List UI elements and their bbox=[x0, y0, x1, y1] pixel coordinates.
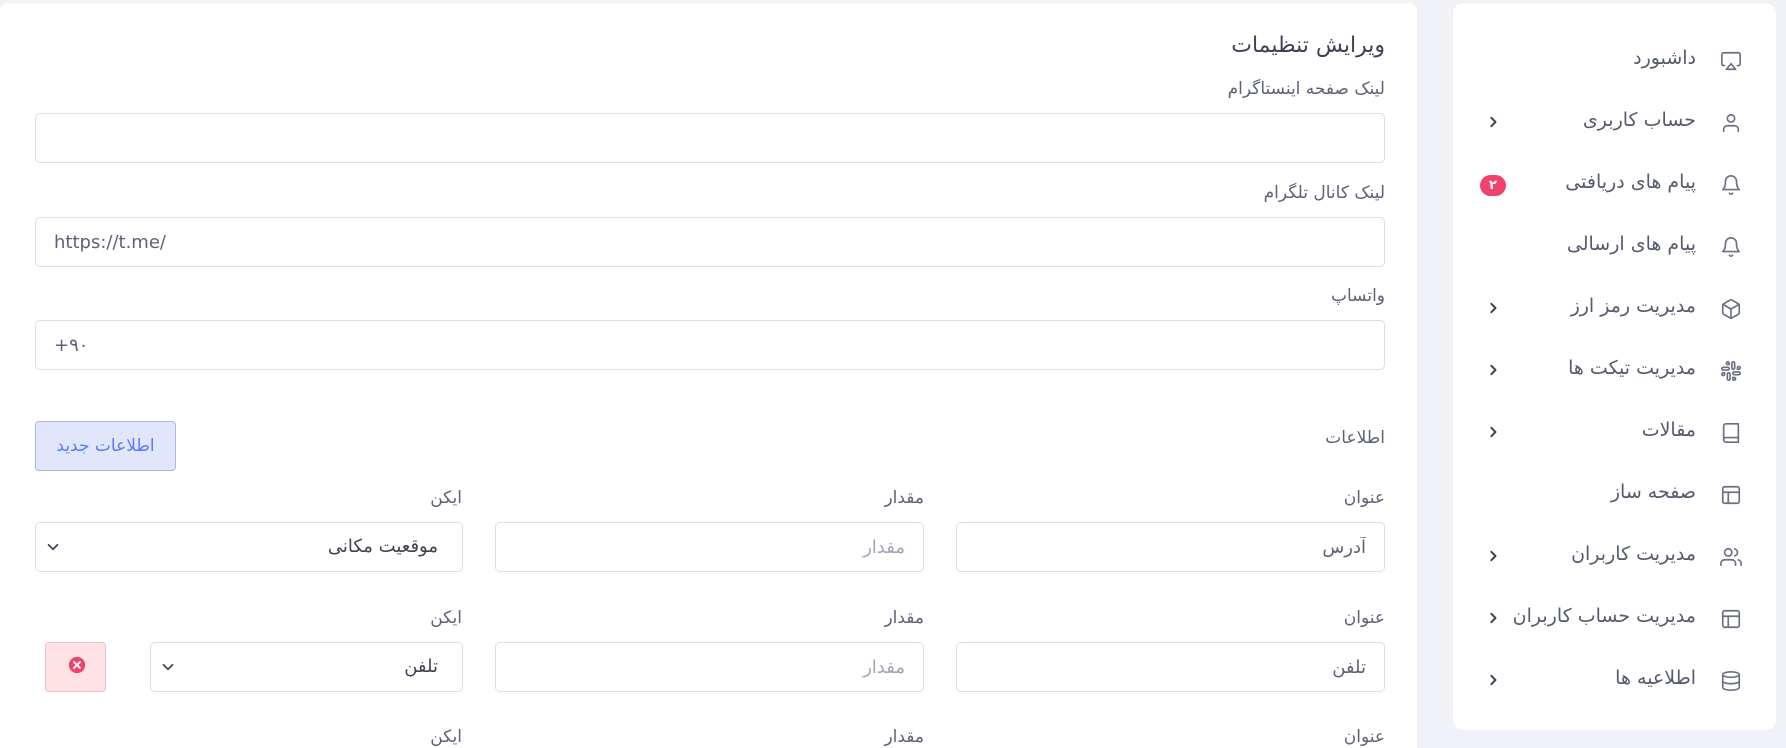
box-icon bbox=[1720, 298, 1742, 320]
row-icon-select-value: تلفن bbox=[404, 656, 438, 677]
chevron-left-icon bbox=[1483, 112, 1503, 132]
row-icon-label: ایکن bbox=[430, 727, 462, 747]
sidebar-item-user-accounts[interactable]: مدیریت حساب کاربران bbox=[1453, 587, 1776, 649]
settings-card: ویرایش تنظیمات لینک صفحه اینستاگرام لینک… bbox=[0, 3, 1417, 748]
sidebar-item-label: مدیریت تیکت ها bbox=[1568, 357, 1696, 379]
sidebar-item-label: پیام های ارسالی bbox=[1566, 233, 1696, 255]
chevron-down-icon bbox=[159, 658, 177, 676]
info-section-label: اطلاعات bbox=[1325, 428, 1385, 448]
sidebar-item-dashboard[interactable]: داشبورد bbox=[1453, 29, 1776, 91]
delete-row-button[interactable] bbox=[45, 642, 106, 692]
instagram-input[interactable] bbox=[35, 113, 1385, 163]
sidebar-item-label: مدیریت کاربران bbox=[1571, 543, 1696, 565]
row-icon-select-value: موقعیت مکانی bbox=[327, 536, 438, 557]
row-title-input[interactable] bbox=[956, 642, 1385, 692]
sidebar-item-account[interactable]: حساب کاربری bbox=[1453, 91, 1776, 153]
page: ویرایش تنظیمات لینک صفحه اینستاگرام لینک… bbox=[0, 0, 1786, 748]
sidebar-item-label: صفحه ساز bbox=[1610, 481, 1696, 503]
row-title-label: عنوان bbox=[1343, 608, 1385, 628]
row-value-label: مقدار bbox=[884, 608, 924, 628]
telegram-input[interactable] bbox=[35, 217, 1385, 267]
row-value-label: مقدار bbox=[884, 488, 924, 508]
chevron-left-icon bbox=[1483, 360, 1503, 380]
row-icon-select[interactable]: موقعیت مکانی bbox=[35, 522, 463, 572]
chevron-down-icon bbox=[44, 538, 62, 556]
row-title-label: عنوان bbox=[1343, 727, 1385, 747]
sidebar-item-tickets[interactable]: مدیریت تیکت ها bbox=[1453, 339, 1776, 401]
sidebar-menu: داشبورد حساب کاربری پیام های دریافتی ۲ پ… bbox=[1453, 29, 1776, 711]
instagram-label: لینک صفحه اینستاگرام bbox=[1227, 79, 1385, 99]
chevron-left-icon bbox=[1483, 546, 1503, 566]
monitor-icon bbox=[1720, 50, 1742, 72]
layout-icon bbox=[1720, 484, 1742, 506]
sidebar-item-label: حساب کاربری bbox=[1582, 109, 1696, 131]
database-icon bbox=[1720, 670, 1742, 692]
sidebar-item-label: مقالات bbox=[1641, 419, 1696, 441]
unread-count-badge: ۲ bbox=[1480, 175, 1506, 196]
bell-icon bbox=[1720, 236, 1742, 258]
sidebar-item-inbox[interactable]: پیام های دریافتی ۲ bbox=[1453, 153, 1776, 215]
new-info-button[interactable]: اطلاعات جدید bbox=[35, 421, 176, 471]
close-circle-icon bbox=[68, 656, 86, 674]
row-title-input[interactable] bbox=[956, 522, 1385, 572]
whatsapp-label: واتساپ bbox=[1330, 286, 1385, 306]
row-value-input[interactable] bbox=[495, 522, 924, 572]
book-icon bbox=[1720, 422, 1742, 444]
sidebar-item-label: داشبورد bbox=[1633, 47, 1696, 69]
sidebar-item-announcements[interactable]: اطلاعیه ها bbox=[1453, 649, 1776, 711]
sidebar-item-label: اطلاعیه ها bbox=[1615, 667, 1696, 689]
sidebar-item-page-builder[interactable]: صفحه ساز bbox=[1453, 463, 1776, 525]
users-icon bbox=[1720, 546, 1742, 568]
row-icon-label: ایکن bbox=[430, 608, 462, 628]
sidebar-item-crypto[interactable]: مدیریت رمز ارز bbox=[1453, 277, 1776, 339]
bell-icon bbox=[1720, 174, 1742, 196]
chevron-left-icon bbox=[1483, 298, 1503, 318]
sidebar-item-users[interactable]: مدیریت کاربران bbox=[1453, 525, 1776, 587]
sidebar-item-label: مدیریت رمز ارز bbox=[1570, 295, 1696, 317]
row-value-label: مقدار bbox=[884, 727, 924, 747]
row-title-label: عنوان bbox=[1343, 488, 1385, 508]
user-icon bbox=[1720, 112, 1742, 134]
row-icon-label: ایکن bbox=[430, 488, 462, 508]
whatsapp-input[interactable] bbox=[35, 320, 1385, 370]
chevron-left-icon bbox=[1483, 608, 1503, 628]
chevron-left-icon bbox=[1483, 670, 1503, 690]
page-title: ویرایش تنظیمات bbox=[1231, 33, 1385, 58]
row-icon-select[interactable]: تلفن bbox=[150, 642, 463, 692]
sidebar: داشبورد حساب کاربری پیام های دریافتی ۲ پ… bbox=[1453, 3, 1776, 730]
telegram-label: لینک کانال تلگرام bbox=[1263, 183, 1385, 203]
chevron-left-icon bbox=[1483, 422, 1503, 442]
sidebar-item-sent[interactable]: پیام های ارسالی bbox=[1453, 215, 1776, 277]
sidebar-item-articles[interactable]: مقالات bbox=[1453, 401, 1776, 463]
slack-icon bbox=[1720, 360, 1742, 382]
sidebar-item-label: پیام های دریافتی bbox=[1565, 171, 1696, 193]
layout-icon bbox=[1720, 608, 1742, 630]
sidebar-item-label: مدیریت حساب کاربران bbox=[1512, 605, 1696, 627]
row-value-input[interactable] bbox=[495, 642, 924, 692]
